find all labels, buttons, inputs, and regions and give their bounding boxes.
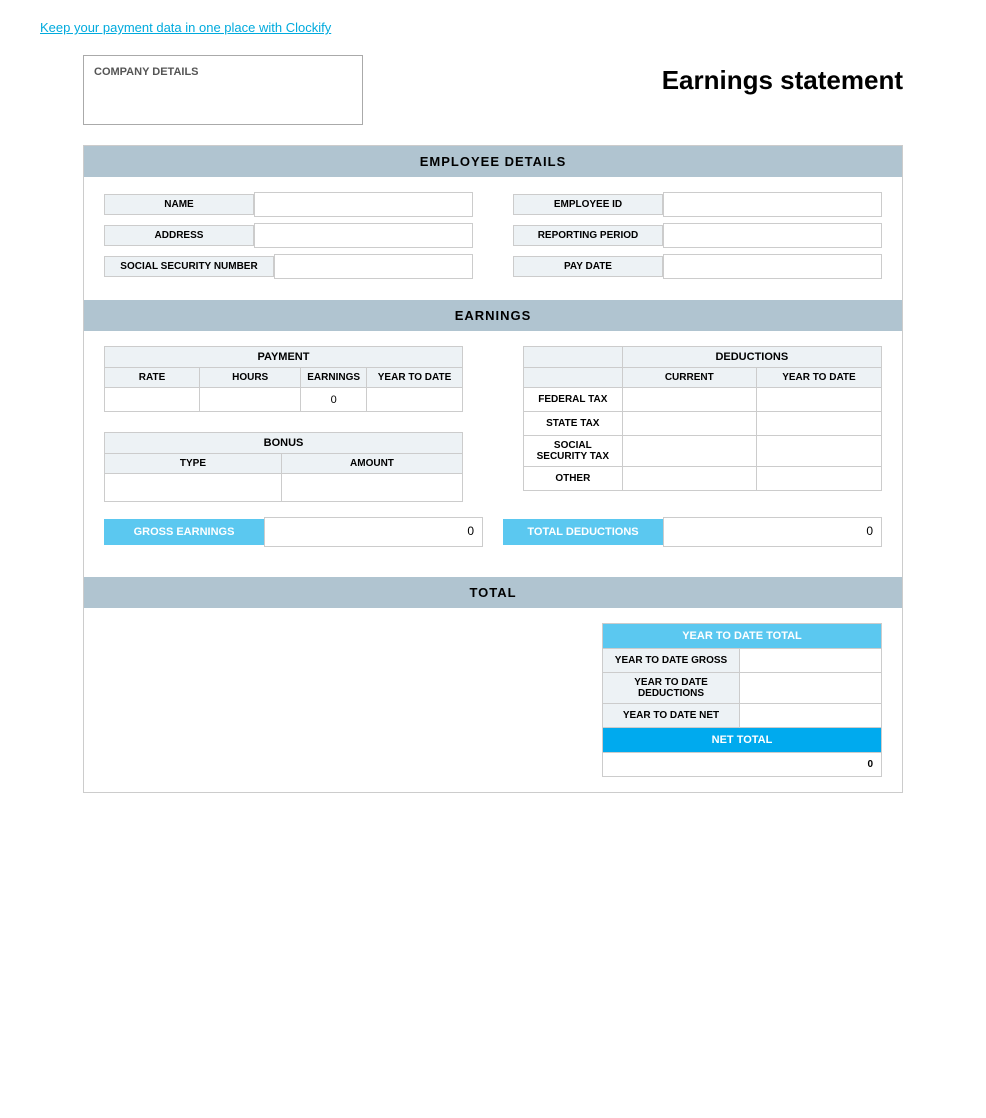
deduction-row-state: STATE TAX xyxy=(524,412,882,436)
earnings-section-header: EARNINGS xyxy=(84,300,902,331)
address-label: ADDRESS xyxy=(104,225,254,246)
ytd-block: YEAR TO DATE TOTAL YEAR TO DATE GROSS YE… xyxy=(602,623,882,777)
name-input[interactable] xyxy=(254,192,473,217)
payment-hours-input[interactable] xyxy=(206,392,294,407)
ssn-input[interactable] xyxy=(274,254,473,279)
ssn-field-row: SOCIAL SECURITY NUMBER xyxy=(104,254,473,279)
payment-col-rate: RATE xyxy=(105,368,200,388)
federal-ytd-input[interactable] xyxy=(763,392,875,407)
bonus-table: BONUS TYPE AMOUNT xyxy=(104,432,463,502)
net-total-label: NET TOTAL xyxy=(603,728,882,753)
other-ytd-input[interactable] xyxy=(763,471,875,486)
employee-section: NAME ADDRESS SOCIAL SECURITY NUMBER EMPL… xyxy=(84,177,902,300)
reporting-period-label: REPORTING PERIOD xyxy=(513,225,663,246)
employee-id-label: EMPLOYEE ID xyxy=(513,194,663,215)
bonus-col-amount: AMOUNT xyxy=(281,454,462,474)
pay-date-field-row: PAY DATE xyxy=(513,254,882,279)
payment-header: PAYMENT xyxy=(105,347,463,368)
net-total-value: 0 xyxy=(603,753,882,777)
total-deductions-value: 0 xyxy=(663,517,882,547)
reporting-period-input[interactable] xyxy=(663,223,882,248)
social-current-input[interactable] xyxy=(629,444,750,459)
ytd-label-deductions: YEAR TO DATE DEDUCTIONS xyxy=(603,673,740,704)
payment-earnings-value: 0 xyxy=(301,388,367,412)
ytd-table: YEAR TO DATE TOTAL YEAR TO DATE GROSS YE… xyxy=(602,623,882,777)
address-field-row: ADDRESS xyxy=(104,223,473,248)
ytd-net-input[interactable] xyxy=(748,708,873,723)
ytd-row-net: YEAR TO DATE NET xyxy=(603,704,882,728)
federal-current-input[interactable] xyxy=(629,392,750,407)
name-field-row: NAME xyxy=(104,192,473,217)
total-section-header: TOTAL xyxy=(84,577,902,608)
gross-earnings-label: GROSS EARNINGS xyxy=(104,519,264,545)
totals-row: GROSS EARNINGS 0 TOTAL DEDUCTIONS 0 xyxy=(104,517,882,547)
deduction-label-federal: FEDERAL TAX xyxy=(524,388,623,412)
ssn-label: SOCIAL SECURITY NUMBER xyxy=(104,256,274,277)
main-card: EMPLOYEE DETAILS NAME ADDRESS SOCIAL SEC… xyxy=(83,145,903,793)
payment-col-earnings: EARNINGS xyxy=(301,368,367,388)
deductions-header: DEDUCTIONS xyxy=(622,347,881,368)
payment-row: 0 xyxy=(105,388,463,412)
clockify-link[interactable]: Keep your payment data in one place with… xyxy=(40,20,331,35)
deductions-table: DEDUCTIONS CURRENT YEAR TO DATE FEDERAL … xyxy=(523,346,882,491)
reporting-period-field-row: REPORTING PERIOD xyxy=(513,223,882,248)
net-total-header-row: NET TOTAL xyxy=(603,728,882,753)
deductions-col-current: CURRENT xyxy=(622,368,756,388)
bonus-col-type: TYPE xyxy=(105,454,282,474)
ytd-gross-input[interactable] xyxy=(748,653,873,668)
social-ytd-input[interactable] xyxy=(763,444,875,459)
deductions-col-ytd: YEAR TO DATE xyxy=(756,368,881,388)
company-details-label: COMPANY DETAILS xyxy=(94,66,199,78)
payment-col-hours: HOURS xyxy=(200,368,301,388)
employee-id-input[interactable] xyxy=(663,192,882,217)
deduction-label-social: SOCIAL SECURITY TAX xyxy=(524,436,623,467)
other-current-input[interactable] xyxy=(629,471,750,486)
bonus-header: BONUS xyxy=(105,433,463,454)
bonus-type-input[interactable] xyxy=(117,480,269,495)
payment-table: PAYMENT RATE HOURS EARNINGS YEAR TO DATE xyxy=(104,346,463,412)
bonus-row xyxy=(105,474,463,502)
ytd-label-gross: YEAR TO DATE GROSS xyxy=(603,649,740,673)
deduction-row-other: OTHER xyxy=(524,467,882,491)
bonus-block: BONUS TYPE AMOUNT xyxy=(104,432,463,502)
ytd-label-net: YEAR TO DATE NET xyxy=(603,704,740,728)
deductions-spacer-header xyxy=(524,347,623,368)
deduction-label-state: STATE TAX xyxy=(524,412,623,436)
total-section: YEAR TO DATE TOTAL YEAR TO DATE GROSS YE… xyxy=(84,608,902,792)
bonus-amount-input[interactable] xyxy=(294,480,450,495)
company-details-box: COMPANY DETAILS xyxy=(83,55,363,125)
payment-col-ytd: YEAR TO DATE xyxy=(367,368,463,388)
address-input[interactable] xyxy=(254,223,473,248)
ytd-value-net xyxy=(740,704,882,728)
payment-block: PAYMENT RATE HOURS EARNINGS YEAR TO DATE xyxy=(104,346,463,502)
employee-section-header: EMPLOYEE DETAILS xyxy=(84,146,902,177)
pay-date-label: PAY DATE xyxy=(513,256,663,277)
page-title: Earnings statement xyxy=(662,65,903,96)
deduction-row-social: SOCIAL SECURITY TAX xyxy=(524,436,882,467)
gross-earnings-value: 0 xyxy=(264,517,483,547)
ytd-row-deductions: YEAR TO DATE DEDUCTIONS xyxy=(603,673,882,704)
earnings-section: PAYMENT RATE HOURS EARNINGS YEAR TO DATE xyxy=(84,331,902,577)
total-deductions-box: TOTAL DEDUCTIONS 0 xyxy=(503,517,882,547)
ytd-row-gross: YEAR TO DATE GROSS xyxy=(603,649,882,673)
payment-rate-input[interactable] xyxy=(111,392,193,407)
state-current-input[interactable] xyxy=(629,416,750,431)
deductions-col-empty xyxy=(524,368,623,388)
gross-earnings-box: GROSS EARNINGS 0 xyxy=(104,517,483,547)
employee-id-field-row: EMPLOYEE ID xyxy=(513,192,882,217)
ytd-header: YEAR TO DATE TOTAL xyxy=(603,624,882,649)
deduction-row-federal: FEDERAL TAX xyxy=(524,388,882,412)
payment-ytd-input[interactable] xyxy=(373,392,456,407)
pay-date-input[interactable] xyxy=(663,254,882,279)
net-total-value-row: 0 xyxy=(603,753,882,777)
ytd-value-deductions xyxy=(740,673,882,704)
deduction-label-other: OTHER xyxy=(524,467,623,491)
ytd-value-gross xyxy=(740,649,882,673)
deductions-block: DEDUCTIONS CURRENT YEAR TO DATE FEDERAL … xyxy=(523,346,882,502)
name-label: NAME xyxy=(104,194,254,215)
ytd-deductions-input[interactable] xyxy=(748,681,873,696)
state-ytd-input[interactable] xyxy=(763,416,875,431)
total-deductions-label: TOTAL DEDUCTIONS xyxy=(503,519,663,545)
